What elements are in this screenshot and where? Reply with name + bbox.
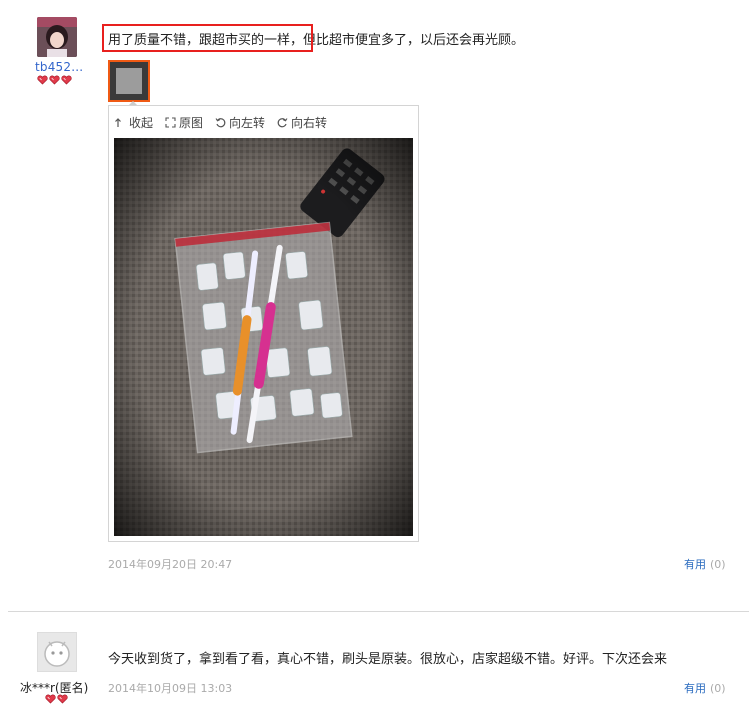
review-date: 2014年09月20日 20:47 [108, 558, 233, 571]
collapse-button[interactable]: 收起 [115, 114, 153, 131]
collapse-icon [115, 118, 121, 127]
review-divider [8, 611, 749, 612]
highlight-box [102, 24, 313, 52]
rotate-left-label: 向左转 [229, 116, 266, 130]
fullscreen-icon [165, 117, 176, 128]
heart-icon [61, 75, 72, 85]
username-link[interactable]: tb452... [35, 60, 83, 74]
original-image-button[interactable]: 原图 [165, 114, 203, 131]
viewer-toolbar: 收起 原图 向左转 向右转 [115, 114, 327, 131]
rotate-left-button[interactable]: 向左转 [215, 114, 265, 131]
heart-icon [37, 75, 48, 85]
useful-label[interactable]: 有用 [684, 558, 706, 571]
user-avatar[interactable] [37, 632, 77, 672]
heart-icon [57, 694, 68, 704]
heart-icon [45, 694, 56, 704]
rotate-right-button[interactable]: 向右转 [277, 114, 327, 131]
heart-icon [49, 75, 60, 85]
review-text: 今天收到货了，拿到看了看，真心不错，刷头是原装。很放心，店家超级不错。好评。下次… [108, 652, 668, 667]
user-avatar[interactable] [37, 17, 77, 57]
rating-hearts [45, 694, 68, 704]
useful-button[interactable]: 有用 (0) [684, 680, 726, 696]
photo-thumbnail[interactable] [108, 60, 150, 102]
review-photo [114, 138, 413, 536]
useful-label[interactable]: 有用 [684, 682, 706, 695]
rotate-left-icon [215, 118, 226, 128]
thumbnail-image [116, 68, 142, 94]
rating-hearts [37, 75, 72, 85]
original-image-label: 原图 [179, 116, 204, 130]
useful-count: (0) [710, 558, 726, 571]
rotate-right-label: 向右转 [291, 116, 328, 130]
default-avatar-icon [38, 633, 76, 671]
collapse-label: 收起 [129, 116, 154, 130]
useful-button[interactable]: 有用 (0) [684, 556, 726, 572]
image-viewer: 收起 原图 向左转 向右转 [108, 105, 419, 542]
review-date: 2014年10月09日 13:03 [108, 682, 233, 695]
useful-count: (0) [710, 682, 726, 695]
rotate-right-icon [277, 118, 288, 128]
